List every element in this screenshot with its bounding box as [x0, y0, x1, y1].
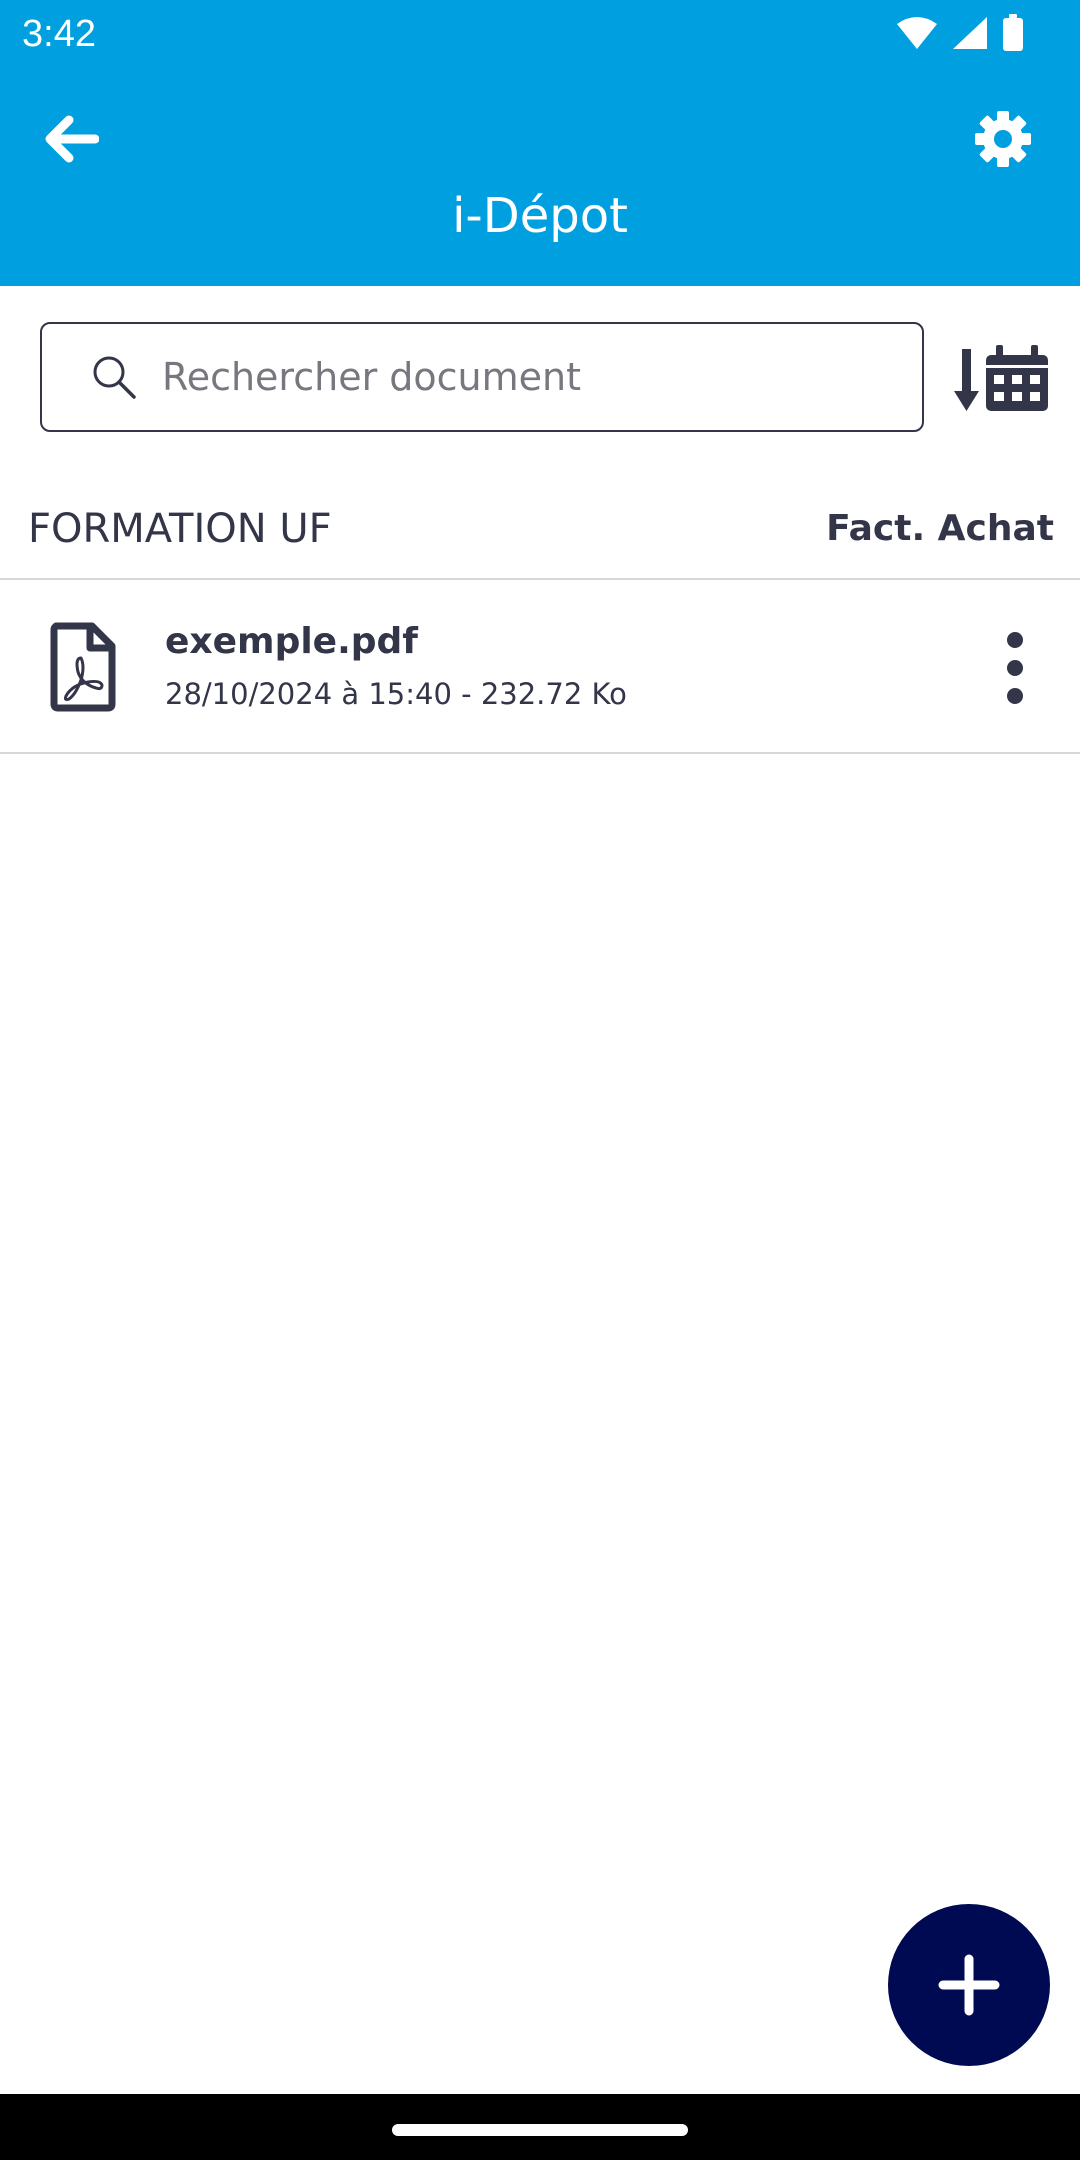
folder-name: FORMATION UF: [28, 506, 332, 552]
plus-icon: [938, 1954, 1000, 2016]
app-bar: 3:42 i-Dépot: [0, 0, 1080, 286]
wifi-icon: [897, 17, 937, 49]
search-icon: [84, 347, 144, 407]
folder-category: Fact. Achat: [826, 508, 1054, 549]
sort-by-date-icon: [954, 345, 1048, 411]
search-box[interactable]: [40, 322, 924, 432]
settings-button[interactable]: [968, 104, 1038, 174]
screen: 3:42 i-Dépot Rechercher document FORMATI…: [0, 0, 1080, 2160]
arrow-left-icon: [45, 115, 99, 163]
search-input[interactable]: [160, 336, 884, 418]
more-vertical-icon: [1007, 632, 1023, 704]
status-time: 3:42: [22, 13, 96, 55]
sort-by-date-button[interactable]: [952, 340, 1052, 420]
gear-icon: [975, 111, 1031, 167]
file-meta: 28/10/2024 à 15:40 - 232.72 Ko: [165, 677, 627, 711]
folder-header: FORMATION UF Fact. Achat: [0, 480, 1080, 580]
file-list-item[interactable]: exemple.pdf 28/10/2024 à 15:40 - 232.72 …: [0, 582, 1080, 754]
add-document-button[interactable]: [888, 1904, 1050, 2066]
pdf-file-icon: [48, 622, 118, 712]
status-icons: [896, 14, 1024, 52]
navigation-bar: [0, 2094, 1080, 2160]
cellular-signal-icon: [953, 17, 987, 49]
file-name: exemple.pdf: [165, 621, 418, 662]
home-handle[interactable]: [392, 2124, 688, 2136]
app-title: i-Dépot: [452, 188, 628, 244]
more-options-button[interactable]: [990, 628, 1040, 708]
battery-icon: [1003, 14, 1023, 51]
back-button[interactable]: [36, 104, 106, 174]
